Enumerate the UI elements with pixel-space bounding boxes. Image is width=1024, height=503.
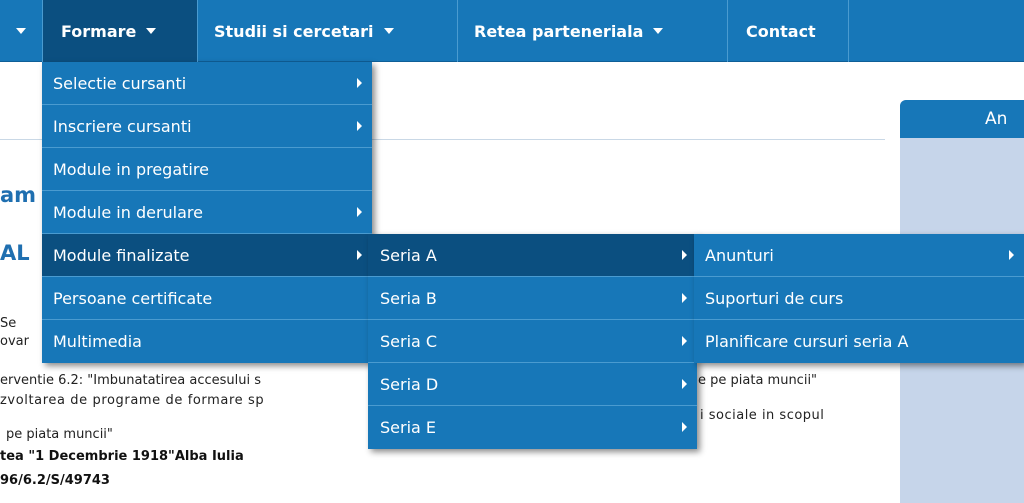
- content-text-line: pe piata muncii": [6, 427, 113, 442]
- menu-item-anunturi[interactable]: Anunturi: [694, 234, 1024, 277]
- content-heading-fragment: am: [0, 183, 37, 207]
- menu-item-label: Seria C: [380, 331, 438, 351]
- menu-item-selectie-cursanti[interactable]: Selectie cursanti: [42, 62, 372, 105]
- seria-a-submenu: Anunturi Suporturi de curs Planificare c…: [694, 234, 1024, 363]
- chevron-right-icon: [682, 336, 687, 346]
- menu-item-label: Selectie cursanti: [53, 73, 187, 93]
- menu-item-persoane-certificate[interactable]: Persoane certificate: [42, 277, 372, 320]
- menu-item-label: Module in pregatire: [53, 159, 209, 179]
- menu-item-inscriere-cursanti[interactable]: Inscriere cursanti: [42, 105, 372, 148]
- menu-item-label: Seria E: [380, 418, 437, 437]
- content-project-code: 96/6.2/S/49743: [0, 473, 110, 488]
- nav-dropdown-caret[interactable]: [0, 0, 43, 62]
- content-text-line: erventie 6.2: "Imbunatatirea accesului s: [0, 373, 262, 388]
- content-text-line: zvoltarea de programe de formare sp: [0, 393, 265, 408]
- top-navigation-bar: Formare Studii si cercetari Retea parten…: [0, 0, 1024, 62]
- right-panel-title: An: [900, 100, 1024, 138]
- menu-item-label: Seria B: [380, 288, 437, 308]
- chevron-right-icon: [357, 78, 362, 88]
- menu-item-seria-a[interactable]: Seria A: [368, 234, 697, 277]
- menu-item-label: Persoane certificate: [53, 288, 213, 308]
- menu-item-label: Seria D: [380, 374, 439, 394]
- menu-item-label: Planificare cursuri seria A: [705, 332, 909, 351]
- menu-item-multimedia[interactable]: Multimedia: [42, 320, 372, 363]
- formare-dropdown-menu: Selectie cursanti Inscriere cursanti Mod…: [42, 62, 372, 363]
- menu-item-seria-d[interactable]: Seria D: [368, 363, 697, 406]
- menu-item-label: Module in derulare: [53, 202, 203, 222]
- content-text-fragment: Se: [0, 316, 17, 331]
- chevron-down-icon: [146, 28, 157, 34]
- menu-item-module-in-derulare[interactable]: Module in derulare: [42, 191, 372, 234]
- menu-item-planificare-cursuri-seria-a[interactable]: Planificare cursuri seria A: [694, 320, 1024, 363]
- chevron-down-icon: [383, 28, 394, 34]
- nav-item-label: Retea parteneriala: [474, 21, 644, 41]
- content-text-fragment: ovar: [0, 334, 29, 349]
- content-text-line: e pe piata muncii": [698, 373, 818, 388]
- menu-item-label: Inscriere cursanti: [53, 116, 192, 136]
- nav-item-contact[interactable]: Contact: [728, 0, 849, 62]
- chevron-down-icon: [16, 28, 26, 34]
- nav-item-formare[interactable]: Formare: [43, 0, 198, 62]
- chevron-down-icon: [653, 28, 664, 34]
- module-finalizate-submenu: Seria A Seria B Seria C Seria D Seria E: [368, 234, 697, 449]
- page: Formare Studii si cercetari Retea parten…: [0, 0, 1024, 503]
- menu-item-label: Seria A: [380, 245, 437, 265]
- chevron-right-icon: [682, 293, 687, 303]
- nav-item-studii-si-cercetari[interactable]: Studii si cercetari: [198, 0, 458, 62]
- menu-item-module-finalizate[interactable]: Module finalizate: [42, 234, 372, 277]
- nav-item-label: Studii si cercetari: [214, 21, 374, 41]
- chevron-right-icon: [357, 121, 362, 131]
- menu-item-label: Anunturi: [705, 245, 774, 265]
- chevron-right-icon: [357, 207, 362, 217]
- nav-item-label: Contact: [746, 21, 816, 41]
- content-title-fragment: AL: [0, 241, 30, 265]
- menu-item-label: Multimedia: [53, 332, 142, 351]
- menu-item-seria-e[interactable]: Seria E: [368, 406, 697, 449]
- menu-item-label: Module finalizate: [53, 245, 190, 265]
- content-text-line: i sociale in scopul: [700, 408, 825, 423]
- nav-item-label: Formare: [61, 21, 137, 41]
- chevron-right-icon: [357, 250, 362, 260]
- nav-item-retea-parteneriala[interactable]: Retea parteneriala: [458, 0, 728, 62]
- content-institution-line: tea "1 Decembrie 1918"Alba Iulia: [0, 449, 244, 464]
- menu-item-seria-b[interactable]: Seria B: [368, 277, 697, 320]
- menu-item-label: Suporturi de curs: [705, 288, 844, 308]
- chevron-right-icon: [682, 422, 687, 432]
- menu-item-suporturi-de-curs[interactable]: Suporturi de curs: [694, 277, 1024, 320]
- chevron-right-icon: [682, 250, 687, 260]
- menu-item-module-in-pregatire[interactable]: Module in pregatire: [42, 148, 372, 191]
- chevron-right-icon: [1009, 250, 1014, 260]
- chevron-right-icon: [682, 379, 687, 389]
- menu-item-seria-c[interactable]: Seria C: [368, 320, 697, 363]
